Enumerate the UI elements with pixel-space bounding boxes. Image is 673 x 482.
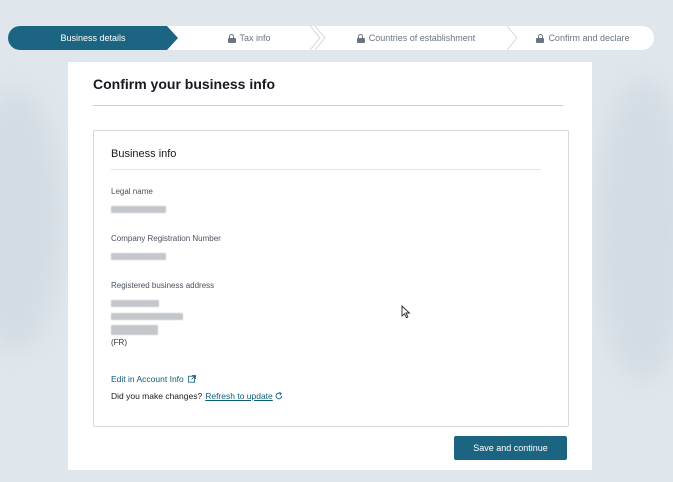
background-shape: [598, 80, 673, 380]
external-link-icon: [187, 375, 196, 383]
address-line-redacted: [111, 325, 158, 335]
edit-link-label: Edit in Account Info: [111, 374, 184, 384]
step-countries-of-establishment: Countries of establishment: [314, 26, 512, 50]
step-label: Countries of establishment: [368, 33, 476, 43]
page-title: Confirm your business info: [93, 76, 276, 92]
background-shape: [0, 90, 60, 350]
registration-number-value-redacted: [111, 253, 166, 260]
changes-prompt: Did you make changes?: [111, 391, 203, 401]
refresh-link-label: Refresh to update: [205, 391, 273, 401]
address-country: (FR): [111, 338, 127, 347]
save-and-continue-button[interactable]: Save and continue: [454, 436, 567, 460]
legal-name-value-redacted: [111, 206, 166, 213]
lock-icon: [536, 33, 545, 43]
chevron-divider-icon: [506, 26, 518, 50]
progress-stepper: Business details Tax info Countries of e…: [8, 26, 654, 50]
divider: [93, 105, 563, 106]
address-label: Registered business address: [111, 281, 215, 290]
lock-icon: [227, 33, 236, 43]
changes-prompt-row: Did you make changes? Refresh to update: [111, 391, 283, 401]
step-confirm-and-declare: Confirm and declare: [506, 26, 654, 50]
registration-number-label: Company Registration Number: [111, 234, 221, 243]
address-line-redacted: [111, 300, 159, 307]
mouse-cursor-icon: [401, 305, 411, 319]
divider: [111, 169, 541, 170]
step-tax-info: Tax info: [178, 26, 321, 50]
edit-in-account-info-link[interactable]: Edit in Account Info: [111, 374, 196, 384]
refresh-icon: [275, 392, 283, 400]
step-label: Confirm and declare: [548, 33, 630, 43]
business-info-section: Business info Legal name Company Registr…: [93, 130, 569, 427]
business-info-card: Confirm your business info Business info…: [68, 62, 592, 470]
address-line-redacted: [111, 313, 183, 320]
step-label: Tax info: [239, 33, 271, 43]
legal-name-label: Legal name: [111, 187, 153, 196]
lock-icon: [356, 33, 365, 43]
step-business-details[interactable]: Business details: [8, 26, 178, 50]
refresh-to-update-link[interactable]: Refresh to update: [205, 391, 283, 401]
section-title: Business info: [111, 148, 177, 160]
chevron-divider-icon: [314, 26, 326, 50]
step-label: Business details: [60, 33, 126, 43]
